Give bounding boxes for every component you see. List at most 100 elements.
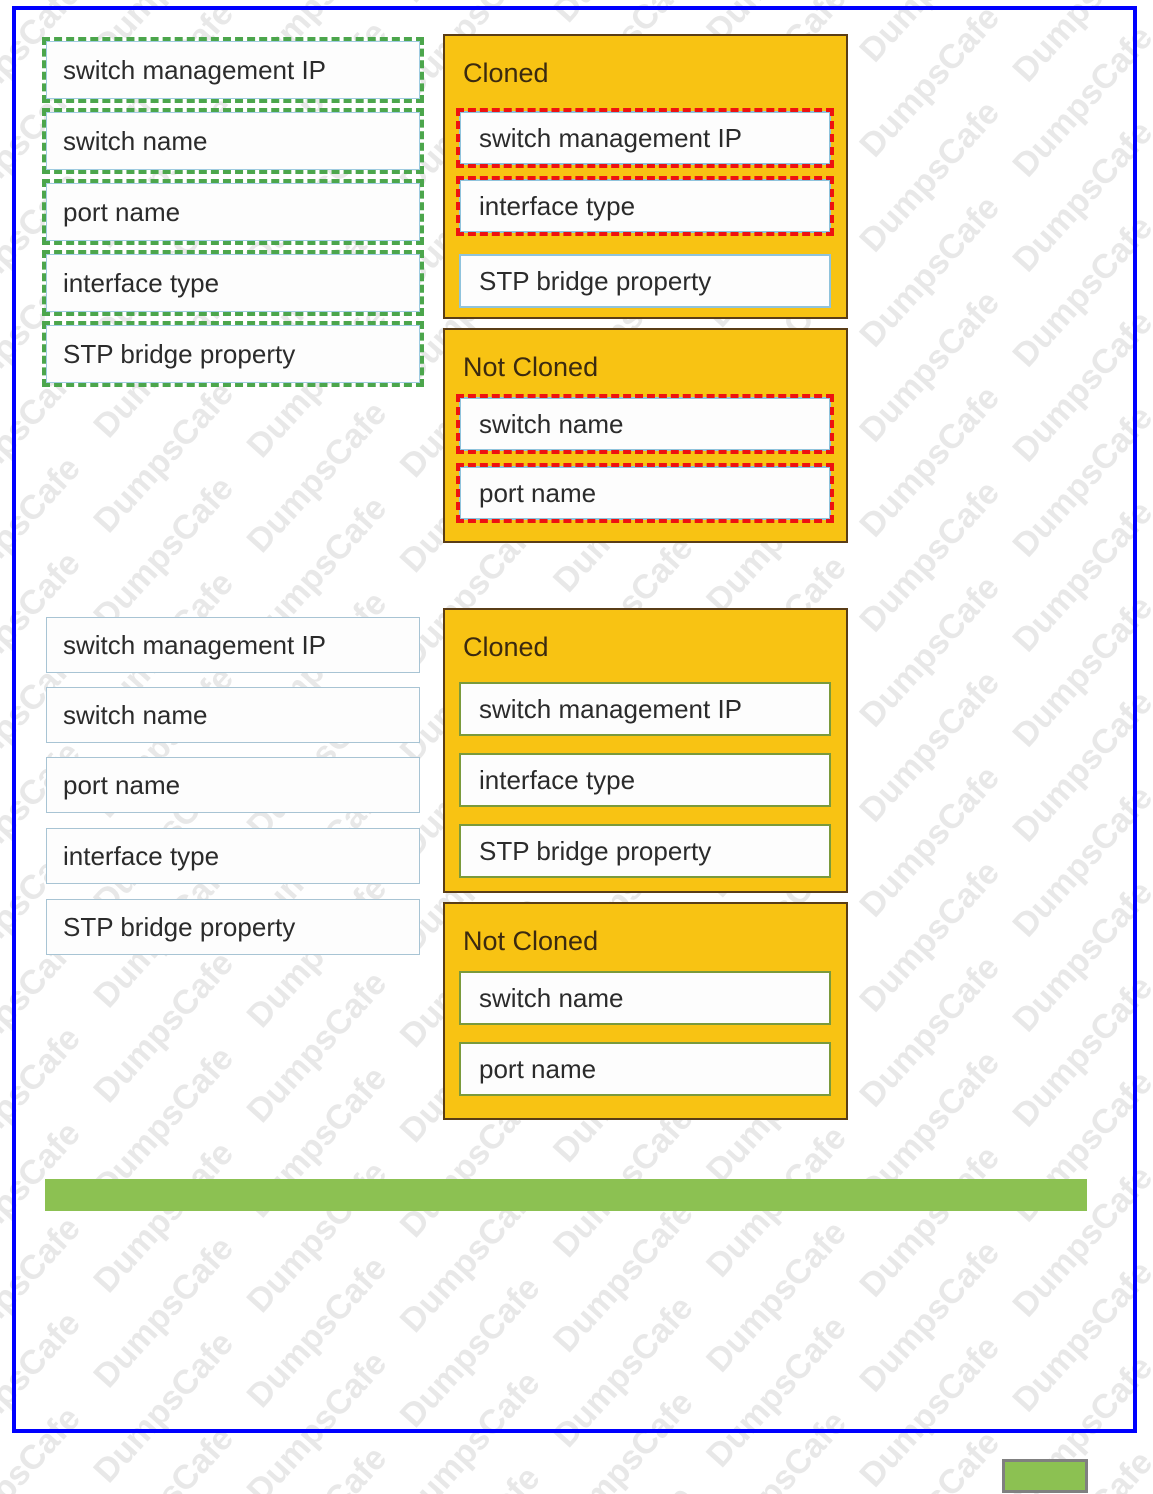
drop-item-label: switch name [479, 408, 624, 439]
watermark-text: DumpsCafe [239, 1249, 395, 1416]
panel-title: Cloned [463, 632, 549, 662]
source-item[interactable]: port name [46, 183, 420, 241]
watermark-text: DumpsCafe [852, 0, 1007, 165]
watermark-text: DumpsCafe [86, 1419, 241, 1494]
watermark-text: DumpsCafe [0, 1399, 88, 1494]
drop-item[interactable]: switch management IP [459, 111, 831, 165]
watermark-text: DumpsCafe [1005, 493, 1153, 660]
watermark-text: DumpsCafe [1005, 113, 1153, 280]
source-item[interactable]: switch name [46, 687, 420, 743]
watermark-text: DumpsCafe [0, 1019, 88, 1186]
watermark-text: DumpsCafe [86, 374, 242, 541]
source-item[interactable]: interface type [46, 828, 420, 884]
source-item-label: STP bridge property [63, 338, 296, 369]
drop-item[interactable]: STP bridge property [459, 254, 831, 308]
watermark-text: DumpsCafe [852, 188, 1007, 355]
watermark-text: DumpsCafe [1005, 0, 1153, 90]
source-item-label: switch name [63, 699, 208, 730]
source-item-label: port name [63, 196, 181, 227]
source-item[interactable]: port name [46, 757, 420, 813]
watermark-text: DumpsCafe [1005, 683, 1153, 850]
panel-title: Not Cloned [463, 352, 599, 382]
watermark-text: DumpsCafe [1005, 588, 1153, 755]
watermark-text: DumpsCafe [0, 1209, 88, 1376]
watermark-text: DumpsCafe [545, 1288, 701, 1455]
watermark-text: DumpsCafe [0, 449, 88, 616]
source-item-label: switch management IP [63, 629, 327, 660]
watermark-text: DumpsCafe [546, 1479, 701, 1494]
watermark-text: DumpsCafe [1005, 778, 1153, 945]
drop-item-label: interface type [479, 190, 636, 221]
source-item[interactable]: switch management IP [46, 617, 420, 673]
drop-item-label: STP bridge property [479, 835, 712, 866]
watermark-text: DumpsCafe [852, 0, 1007, 69]
source-item[interactable]: interface type [46, 254, 420, 312]
watermark-text: DumpsCafe [852, 758, 1007, 925]
watermark-text: DumpsCafe [1005, 303, 1153, 470]
watermark-text: DumpsCafe [0, 1304, 88, 1471]
bottom-green-button[interactable] [1002, 1459, 1088, 1493]
watermark-text: DumpsCafe [1005, 873, 1153, 1040]
watermark-text: DumpsCafe [545, 1193, 701, 1360]
watermark-text: DumpsCafe [699, 1308, 854, 1475]
drop-item[interactable]: STP bridge property [459, 824, 831, 878]
source-item[interactable]: switch management IP [46, 41, 420, 99]
source-item-label: STP bridge property [63, 911, 296, 942]
watermark-text: DumpsCafe [852, 948, 1007, 1115]
source-item-label: port name [63, 769, 181, 800]
watermark-text: DumpsCafe [392, 1364, 548, 1494]
watermark-text: DumpsCafe [699, 1403, 854, 1494]
source-item[interactable]: STP bridge property [46, 899, 420, 955]
watermark-text: DumpsCafe [393, 0, 548, 10]
watermark-text: DumpsCafe [852, 93, 1007, 260]
watermark-text: DumpsCafe [699, 1213, 854, 1380]
watermark-text: DumpsCafe [239, 964, 395, 1131]
watermark-text: DumpsCafe [0, 0, 88, 45]
watermark-text: DumpsCafe [86, 1229, 242, 1396]
drop-item-label: port name [479, 1053, 597, 1084]
source-item[interactable]: switch name [46, 112, 420, 170]
source-item-label: interface type [63, 267, 220, 298]
drop-item-label: port name [479, 477, 597, 508]
drop-item[interactable]: switch name [459, 397, 831, 451]
source-item-label: switch name [63, 125, 208, 156]
watermark-text: DumpsCafe [852, 1328, 1007, 1494]
watermark-text: DumpsCafe [240, 1439, 395, 1494]
drop-item-label: interface type [479, 764, 636, 795]
source-item[interactable]: STP bridge property [46, 325, 420, 383]
watermark-text: DumpsCafe [1005, 208, 1153, 375]
drop-item[interactable]: port name [459, 466, 831, 520]
drop-item-label: switch management IP [479, 122, 743, 153]
drop-item-label: STP bridge property [479, 265, 712, 296]
watermark-text: DumpsCafe [1005, 18, 1153, 185]
panel-title: Not Cloned [463, 926, 599, 956]
source-item-label: interface type [63, 840, 220, 871]
watermark-text: DumpsCafe [392, 1269, 548, 1435]
watermark-text: DumpsCafe [852, 663, 1007, 830]
watermark-text: DumpsCafe [86, 1324, 242, 1491]
watermark-text: DumpsCafe [1005, 398, 1153, 565]
watermark-text: DumpsCafe [1005, 968, 1153, 1135]
watermark-text: DumpsCafe [546, 0, 701, 30]
green-divider-bar [45, 1179, 1087, 1211]
watermark-text: DumpsCafe [852, 1233, 1007, 1400]
watermark-text: DumpsCafe [393, 1459, 548, 1494]
watermark-text: DumpsCafe [852, 853, 1007, 1020]
source-item-label: switch management IP [63, 54, 327, 85]
watermark-text: DumpsCafe [852, 283, 1007, 450]
watermark-text: DumpsCafe [852, 1424, 1007, 1494]
drop-item-label: switch name [479, 982, 624, 1013]
drop-item[interactable]: interface type [459, 753, 831, 807]
drop-item[interactable]: switch management IP [459, 682, 831, 736]
watermark-text: DumpsCafe [239, 394, 395, 561]
drop-item[interactable]: interface type [459, 179, 831, 233]
watermark-text: DumpsCafe [545, 1383, 701, 1494]
drop-item[interactable]: port name [459, 1042, 831, 1096]
watermark-text: DumpsCafe [852, 568, 1007, 735]
watermark-text: DumpsCafe [852, 1138, 1007, 1305]
watermark-text: DumpsCafe [86, 1134, 242, 1301]
watermark-text: DumpsCafe [852, 473, 1007, 640]
drop-item[interactable]: switch name [459, 971, 831, 1025]
watermark-text: DumpsCafe [86, 944, 242, 1111]
panel-title: Cloned [463, 58, 549, 88]
